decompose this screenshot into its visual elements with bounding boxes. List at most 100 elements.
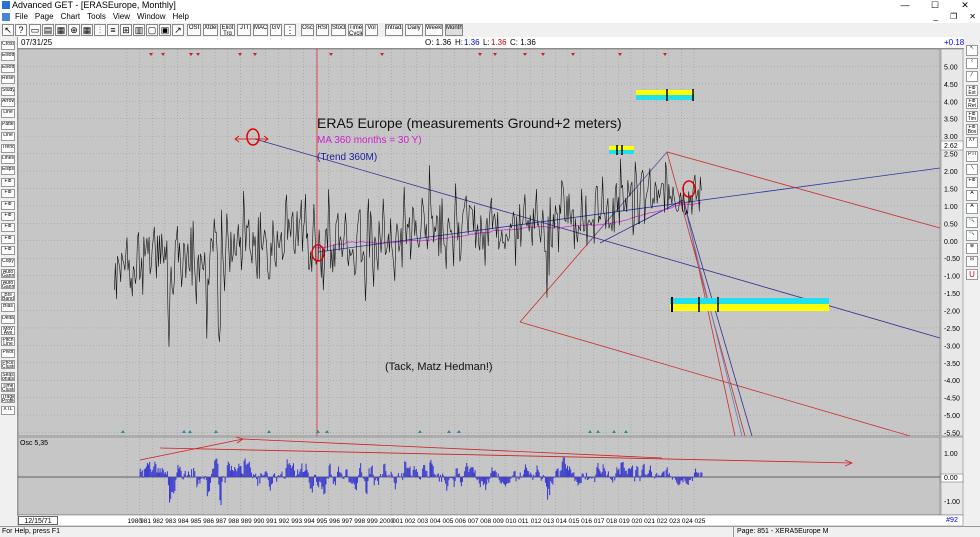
right-tool-16[interactable]: ⊟ [966,256,978,267]
osc-bar [257,477,258,486]
osc-bar [188,471,189,477]
right-tool-6[interactable]: Fib Box [966,124,978,135]
osc-bar [391,472,392,477]
chart-area[interactable]: 5.004.504.003.503.002.502.001.501.000.50… [0,0,980,536]
osc-bar [612,477,613,483]
left-tool-22[interactable]: Bol Band [1,292,15,301]
right-tool-4[interactable]: Fib Ret [966,98,978,109]
osc-bar [563,457,564,477]
left-tool-5[interactable]: Arrow [1,98,15,107]
left-tool-29[interactable]: Seas onals [1,372,15,381]
left-tool-27[interactable]: Pivot [1,349,15,358]
left-tool-18[interactable]: Fib [1,246,15,255]
osc-bar [549,477,550,495]
time-axis-labels: 1980981982983984985986987988989990991992… [18,515,963,526]
osc-bar [570,469,571,477]
right-tool-0[interactable]: ↖ [966,45,978,56]
left-tool-12[interactable]: Fib [1,178,15,187]
right-tool-13[interactable]: 🔍 [966,217,978,228]
osc-bar [204,477,205,479]
right-tool-7[interactable]: XY [966,137,978,148]
osc-bar [618,469,619,477]
right-tool-17[interactable]: U [966,269,978,280]
osc-bar [172,477,173,492]
left-tool-1[interactable]: Elliott [1,52,15,61]
osc-bar [525,464,526,477]
start-date-box[interactable]: 12/15/71 [18,516,58,525]
left-tool-20[interactable]: Auto Gann [1,269,15,278]
osc-bar [631,467,632,477]
right-tool-8[interactable]: PTI [966,151,978,162]
left-tool-19[interactable]: Copy [1,258,15,267]
right-tool-1[interactable]: ⌇ [966,58,978,69]
osc-bar [658,475,659,477]
left-tool-6[interactable]: Line [1,109,15,118]
left-tool-2[interactable]: Elliott [1,64,15,73]
osc-bar [402,477,403,480]
osc-bar [686,477,687,483]
right-tool-5[interactable]: Fib Tim [966,111,978,122]
osc-bar [313,477,314,486]
osc-bar [526,468,527,477]
left-tool-32[interactable]: XTL [1,406,15,415]
osc-bar [474,473,475,477]
osc-bar [614,477,615,481]
osc-bar [675,477,676,480]
left-tool-9[interactable]: Trend [1,144,15,153]
osc-bar [613,476,614,477]
osc-bar [158,468,159,477]
left-tool-13[interactable]: Fib [1,189,15,198]
left-tool-4[interactable]: Study [1,87,15,96]
right-tool-10[interactable]: Fib [966,177,978,188]
x-tick-label: 005 [443,518,454,525]
osc-bar [390,477,391,478]
left-tool-28[interactable]: Price Cluster [1,360,15,369]
osc-bar [691,477,692,478]
osc-bar [310,477,311,489]
osc-bar [354,477,355,485]
left-tool-30[interactable]: Time Cluster [1,383,15,392]
left-tool-17[interactable]: Fib [1,235,15,244]
right-tool-2[interactable]: ╱ [966,71,978,82]
osc-bar [479,477,480,484]
osc-bar [208,477,209,492]
osc-bar [546,477,547,487]
osc-bar [576,477,577,482]
osc-bar [213,469,214,478]
left-tool-16[interactable]: Fib [1,223,15,232]
left-tool-24[interactable]: Delta [1,315,15,324]
osc-bar [580,477,581,483]
osc-bar [532,477,533,480]
left-tool-8[interactable]: Line [1,132,15,141]
left-tool-0[interactable]: Cross [1,41,15,50]
osc-bar [163,470,164,477]
right-tool-11[interactable]: A [966,190,978,201]
left-tool-11[interactable]: Ellipse [1,166,15,175]
osc-bar [196,477,197,487]
left-tool-14[interactable]: Fib [1,201,15,210]
osc-bar [301,463,302,477]
right-tool-3[interactable]: Fib Ext [966,85,978,96]
left-tool-3[interactable]: Reset [1,75,15,84]
left-tool-10[interactable]: Lines [1,155,15,164]
right-tool-15[interactable]: ⊕ [966,243,978,254]
osc-tick-label: -1.00 [944,499,960,506]
osc-bar [247,464,248,477]
left-tool-21[interactable]: Auto Gann [1,280,15,289]
osc-bar [331,475,332,478]
right-tool-14[interactable]: 🔍 [966,230,978,241]
right-tool-12[interactable]: A [966,203,978,214]
left-tool-25[interactable]: Mov Ave [1,326,15,335]
x-tick-label: 985 [191,518,202,525]
osc-bar [655,474,656,477]
osc-bar [152,470,153,477]
osc-bar [360,463,361,477]
left-tool-23[interactable]: Bias [1,303,15,312]
left-tool-7[interactable]: Pattern [1,121,15,130]
right-tool-9[interactable]: ╲ [966,164,978,175]
x-tick-label: 012 [531,518,542,525]
left-tool-26[interactable]: Pitch Line [1,337,15,346]
left-tool-31[interactable]: Trade Profile [1,394,15,403]
left-tool-15[interactable]: Fib [1,212,15,221]
y-tick-label: 0.50 [944,221,958,228]
